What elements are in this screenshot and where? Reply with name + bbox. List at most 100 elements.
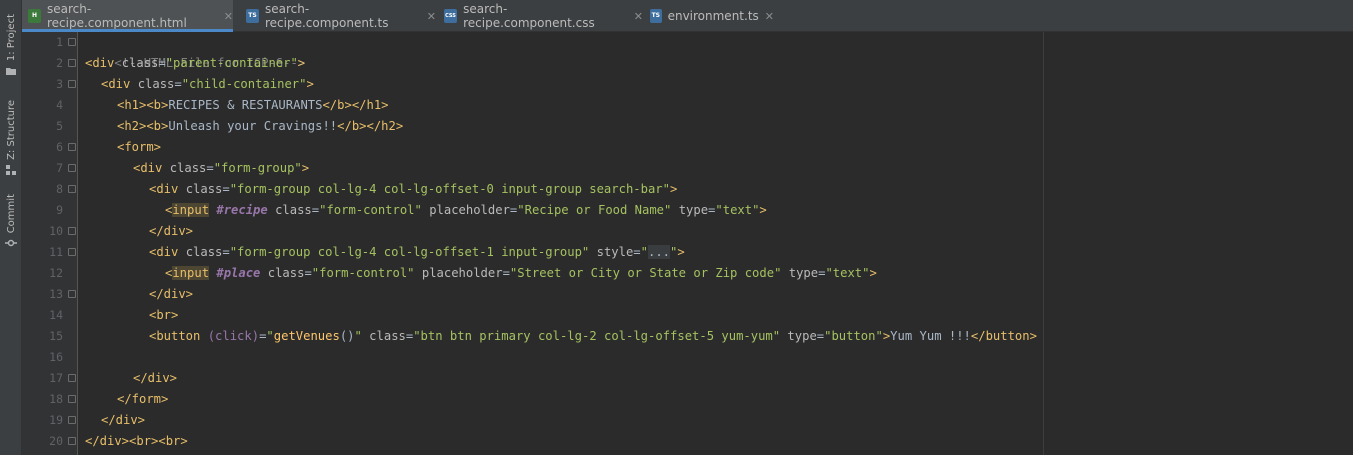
attr-token: class [267,203,312,217]
tag-token: <div [149,245,186,259]
tag-token: > [306,77,314,91]
fold-marker[interactable] [68,395,76,403]
close-icon[interactable]: ✕ [765,10,774,23]
value-token: " [266,329,274,343]
text-token: Yum Yum !!! [890,329,971,343]
close-icon[interactable]: ✕ [427,10,436,23]
line-number: 15 [49,329,63,343]
code-line-20: </div><br><br> [85,431,188,452]
fold-marker[interactable] [68,290,76,298]
eq-token: = [502,266,510,280]
tag-token: </form> [117,392,169,406]
code-line-5: <h2><b>Unleash your Cravings!!</b></h2> [117,116,403,137]
folder-icon [6,68,16,76]
tag-token: <br> [149,308,179,322]
right-margin-guide [1043,32,1044,455]
line-number: 19 [49,413,63,427]
folded-region[interactable]: ... [647,245,670,259]
tab-search-recipe-css[interactable]: CSS search-recipe.component.css ✕ [438,0,643,32]
close-icon[interactable]: ✕ [224,10,233,23]
attr-token: placeholder [421,203,510,217]
fold-marker[interactable] [68,416,76,424]
structure-tool-label: Z: Structure [5,100,17,160]
line-number: 13 [49,287,63,301]
code-line-2: <div class="parent-container"> [85,53,305,74]
value-token: "parent-container" [165,56,298,70]
commit-tool-label: Commit [5,194,17,234]
attr-token: placeholder [414,266,503,280]
fold-marker[interactable] [68,143,76,151]
fold-marker[interactable] [68,227,76,235]
code-line-19: </div> [101,410,145,431]
attr-token: class [185,182,223,196]
fold-marker[interactable] [68,59,76,67]
tag-token: > [669,182,678,196]
editor-gutter[interactable]: 1 2 3 4 5 6 7 8 9 10 11 12 13 14 15 16 1… [22,32,78,455]
html-file-icon: H [28,9,41,23]
tag-token: <form> [117,140,162,154]
line-number: 20 [49,434,63,448]
line-number: 2 [56,56,63,70]
commit-icon [5,240,17,247]
tab-label: search-recipe.component.css [463,2,595,30]
tab-search-recipe-ts[interactable]: TS search-recipe.component.ts ✕ [240,0,436,32]
tab-search-recipe-html[interactable]: H search-recipe.component.html ✕ [22,0,233,32]
code-editor[interactable]: <!--HTML File for ICP-6--> <div class="p… [78,32,1353,455]
tag-token: <div [133,161,170,175]
tag-token: <h2><b> [117,119,169,133]
value-token: " [640,245,648,259]
attr-token: class [137,77,175,91]
tag-token: > [869,266,877,280]
code-line-4: <h1><b>RECIPES & RESTAURANTS</b></h1> [117,95,389,116]
paren-token: () [339,329,355,343]
value-token: "text" [825,266,870,280]
code-line-13: </div> [149,284,193,305]
eq-token: = [222,182,230,196]
tag-token: </b></h1> [322,98,389,112]
fold-marker[interactable] [68,248,76,256]
line-number: 9 [56,203,63,217]
fold-marker[interactable] [68,374,76,382]
value-token: "button" [824,329,883,343]
line-number: 12 [49,266,63,280]
value-token: "form-control" [319,203,422,217]
event-binding-token: (click) [207,329,260,343]
tag-token: <div [85,56,122,70]
eq-token: = [633,245,641,259]
eq-token: = [158,56,166,70]
tab-label: search-recipe.component.ts [265,2,389,30]
fold-marker[interactable] [68,164,76,172]
line-number: 18 [49,392,63,406]
eq-token: = [206,161,214,175]
project-tool-tab[interactable]: 1: Project [0,14,22,77]
tag-token: </div><br><br> [85,434,188,448]
attr-token: class [185,245,223,259]
line-number: 10 [49,224,63,238]
code-line-18: </form> [117,389,168,410]
fold-marker[interactable] [68,437,76,445]
tab-environment-ts[interactable]: TS environment.ts ✕ [644,0,774,32]
eq-token: = [174,77,182,91]
tag-token: > [759,203,767,217]
value-token: "form-group col-lg-4 col-lg-offset-1 inp… [229,245,590,259]
code-line-8: <div class="form-group col-lg-4 col-lg-o… [149,179,677,200]
attr-token: type [781,266,819,280]
close-icon[interactable]: ✕ [634,10,643,23]
code-line-11: <div class = "form-group col-lg-4 col-lg-o… [149,242,685,263]
attr-token: type [671,203,709,217]
line-number: 8 [56,182,63,196]
value-token: " [354,329,362,343]
tag-token: <div [149,182,186,196]
fold-marker[interactable] [68,38,76,46]
fold-marker[interactable] [68,80,76,88]
editor-tab-bar: H search-recipe.component.html ✕ TS sear… [22,0,1353,32]
line-number: 6 [56,140,63,154]
css-file-icon: CSS [444,9,458,23]
fold-marker[interactable] [68,185,76,193]
line-number: 7 [56,161,63,175]
code-line-17: </div> [133,368,177,389]
template-ref-token: #recipe [216,203,268,217]
commit-tool-tab[interactable]: Commit [0,194,22,249]
line-number: 5 [56,119,63,133]
structure-tool-tab[interactable]: Z: Structure [0,100,22,176]
